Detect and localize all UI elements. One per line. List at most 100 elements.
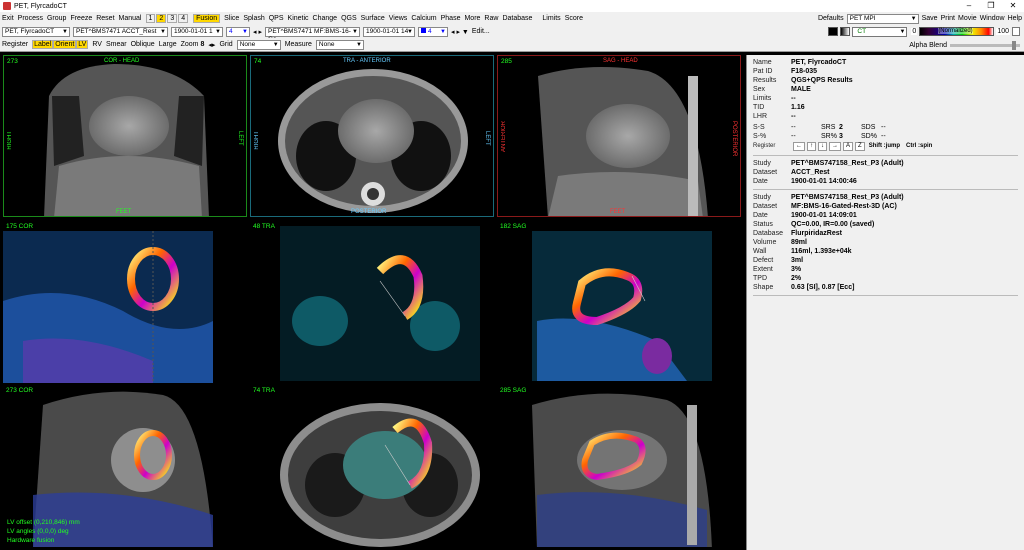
register-button[interactable]: Register xyxy=(2,41,28,48)
right-arrow-icon[interactable]: → xyxy=(829,142,841,151)
colormap-min[interactable]: 0 xyxy=(911,28,918,35)
ct-coronal-viewport[interactable]: 273 COR - HEAD RIGHT LEFT FEET xyxy=(3,55,247,217)
register-a-button[interactable]: A xyxy=(843,142,854,151)
menu-database[interactable]: Database xyxy=(502,15,532,22)
menu-more[interactable]: More xyxy=(464,15,480,22)
prev-next-icon[interactable]: ◂ ▸ xyxy=(253,28,262,36)
pet-transaxial-viewport[interactable]: 48 TRA xyxy=(250,221,494,383)
pet-dataset-select[interactable]: PET^BMS7471 MF:BMS-16-Ga▼ xyxy=(264,26,360,43)
colormap-dropdown[interactable] xyxy=(1012,27,1020,36)
menu-score[interactable]: Score xyxy=(565,15,583,22)
menu-reset[interactable]: Reset xyxy=(96,15,114,22)
title-bar: PET, FlyrcadoCT – ❐ ✕ xyxy=(0,0,1024,12)
grid-select[interactable]: None ▼ xyxy=(236,39,281,50)
ct-colormap-select[interactable]: CT ▼ xyxy=(852,26,908,37)
help-menu[interactable]: Help xyxy=(1008,15,1022,22)
menu-change[interactable]: Change xyxy=(313,15,338,22)
menu-surface[interactable]: Surface xyxy=(361,15,385,22)
info-key: Extent xyxy=(753,266,773,273)
measure-select[interactable]: None ▼ xyxy=(315,39,364,50)
fused-sagittal-viewport[interactable]: 285 SAG xyxy=(497,385,741,547)
orientation-bottom: POSTERIOR xyxy=(351,209,387,215)
study-value: PET^BMS747158_Rest_P3 (Adult) xyxy=(791,194,904,201)
slider-knob[interactable] xyxy=(1012,40,1016,50)
menu-slice[interactable]: Slice xyxy=(224,15,239,22)
menu-qps[interactable]: QPS xyxy=(269,15,284,22)
pet-coronal-viewport[interactable]: 175 COR xyxy=(3,221,247,383)
info-key: LHR xyxy=(753,113,768,120)
prev-next-icon[interactable]: ◂ ▸ ▼ xyxy=(451,28,469,36)
menu-exit[interactable]: Exit xyxy=(2,15,14,22)
edit-button[interactable]: Edit... xyxy=(472,28,490,35)
info-key: Study xyxy=(753,194,771,201)
movie-button[interactable]: Movie xyxy=(958,15,977,22)
rv-toggle[interactable]: RV xyxy=(92,41,102,48)
alpha-blend-slider[interactable] xyxy=(950,40,1020,50)
patient-select[interactable]: PET, FlyrcadoCT ▼ xyxy=(2,26,70,37)
pet-colorbar[interactable]: (Normalized) xyxy=(919,27,995,36)
menu-splash[interactable]: Splash xyxy=(243,15,264,22)
menu-views[interactable]: Views xyxy=(389,15,408,22)
zoom-arrows-icon[interactable]: ◂▸ xyxy=(208,41,215,49)
window-menu[interactable]: Window xyxy=(980,15,1005,22)
gray-swatch[interactable] xyxy=(840,27,851,36)
ct-frame-select[interactable]: 4 ▼ xyxy=(226,26,250,37)
date-value: 1900-01-01 14:00:46 xyxy=(791,178,857,185)
large-toggle[interactable]: Large xyxy=(159,41,177,48)
pet-sagittal-viewport[interactable]: 182 SAG xyxy=(497,221,741,383)
alpha-blend: Alpha Blend xyxy=(909,40,1020,50)
volume-value: 89ml xyxy=(791,239,807,246)
frame-3-button[interactable]: 3 xyxy=(167,14,178,23)
ct-date-select[interactable]: 1900-01-01 1 ▼ xyxy=(171,26,223,37)
frame-2-button[interactable]: 2 xyxy=(156,14,167,23)
menu-group[interactable]: Group xyxy=(47,15,66,22)
menu-limits[interactable]: Limits xyxy=(542,15,560,22)
info-key: TID xyxy=(753,104,765,111)
menu-raw[interactable]: Raw xyxy=(484,15,498,22)
fusion-button[interactable]: Fusion xyxy=(193,14,221,23)
menu-qgs[interactable]: QGS xyxy=(341,15,357,22)
srpct-label: SR% xyxy=(821,133,837,140)
fused-transaxial-viewport[interactable]: 74 TRA xyxy=(250,385,494,547)
save-button[interactable]: Save xyxy=(922,15,938,22)
restore-button[interactable]: ❐ xyxy=(980,0,1002,12)
orientation-right: LEFT xyxy=(484,131,490,146)
chevron-down-icon: ▼ xyxy=(440,28,446,35)
ct-transaxial-viewport[interactable]: 74 TRA - ANTERIOR RIGHT LEFT POSTERIOR xyxy=(250,55,494,217)
orientation-top: TRA - ANTERIOR xyxy=(343,58,391,64)
menu-manual[interactable]: Manual xyxy=(119,15,142,22)
defaults-select[interactable]: PET MPI ▼ xyxy=(846,13,919,24)
left-arrow-icon[interactable]: ← xyxy=(793,142,805,151)
colormap-max[interactable]: 100 xyxy=(996,28,1010,35)
frame-1-button[interactable]: 1 xyxy=(145,14,156,23)
defaults-label: Defaults xyxy=(817,15,844,22)
frame-4-button[interactable]: 4 xyxy=(178,14,189,23)
menu-phase[interactable]: Phase xyxy=(441,15,461,22)
label-toggle[interactable]: Label xyxy=(32,40,54,49)
grid-label: Grid xyxy=(219,41,233,48)
smear-toggle[interactable]: Smear xyxy=(106,41,127,48)
zoom-value[interactable]: 8 xyxy=(201,41,205,48)
black-swatch[interactable] xyxy=(828,27,839,36)
register-z-button[interactable]: Z xyxy=(855,142,865,151)
close-button[interactable]: ✕ xyxy=(1002,0,1024,12)
menu-kinetic[interactable]: Kinetic xyxy=(288,15,309,22)
lv-toggle[interactable]: LV xyxy=(76,40,89,49)
orient-toggle[interactable]: Orient xyxy=(53,40,77,49)
menu-process[interactable]: Process xyxy=(18,15,43,22)
register-label: Register xyxy=(753,143,776,149)
ct-sagittal-viewport[interactable]: 285 SAG - HEAD ANTERIOR POSTERIOR FEET xyxy=(497,55,741,217)
down-arrow-icon[interactable]: ↓ xyxy=(818,142,827,151)
print-button[interactable]: Print xyxy=(941,15,955,22)
info-key: Volume xyxy=(753,239,777,246)
oblique-toggle[interactable]: Oblique xyxy=(131,41,155,48)
pet-date-select[interactable]: 1900-01-01 14 ▼ xyxy=(362,26,415,37)
menu-calcium[interactable]: Calcium xyxy=(411,15,436,22)
menu-freeze[interactable]: Freeze xyxy=(70,15,92,22)
fused-coronal-viewport[interactable]: 273 COR LV offset (0,210,846) mm LV angl… xyxy=(3,385,247,547)
chevron-down-icon: ▼ xyxy=(160,28,166,35)
up-arrow-icon[interactable]: ↑ xyxy=(807,142,816,151)
pet-frame-select[interactable]: 4 ▼ xyxy=(417,26,448,37)
minimize-button[interactable]: – xyxy=(958,0,980,12)
ct-dataset-select[interactable]: PET^BMS7471 ACCT_Rest ▼ xyxy=(73,26,168,37)
